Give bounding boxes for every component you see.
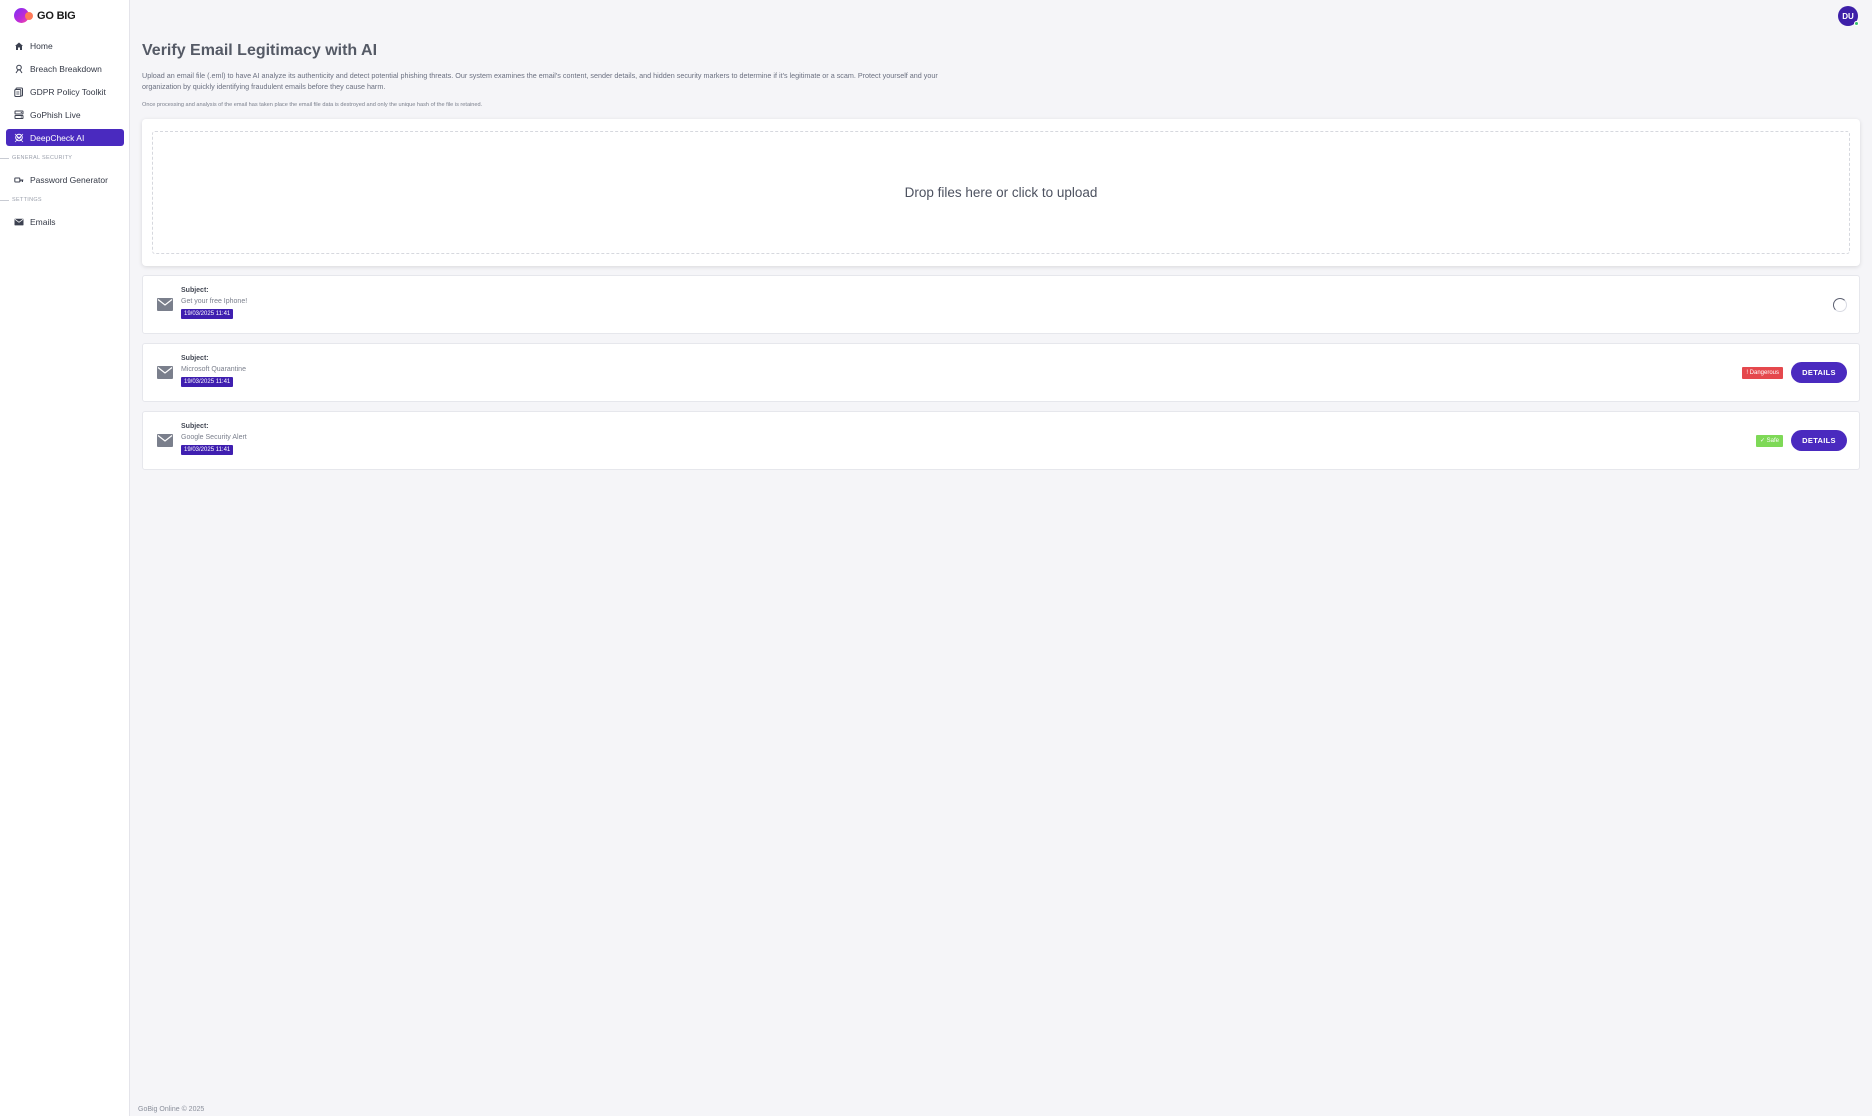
status-badge-dangerous: ! Dangerous [1742,367,1783,379]
sidebar-item-home[interactable]: Home [6,37,124,54]
subject-label: Subject: [181,355,209,362]
sidebar: GO BIG Home Breach Breakdown GDPR Policy… [0,0,130,1116]
sidebar-item-gdpr-policy-toolkit[interactable]: GDPR Policy Toolkit [6,83,124,100]
mail-icon [14,218,24,225]
user-avatar[interactable]: DU [1838,6,1859,26]
file-dropzone[interactable]: Drop files here or click to upload [152,131,1850,254]
details-button[interactable]: DETAILS [1791,362,1847,383]
email-subject: Google Security Alert [181,434,247,441]
server-icon [14,110,24,119]
details-button[interactable]: DETAILS [1791,430,1847,451]
sidebar-item-deepcheck-ai[interactable]: DeepCheck AI [6,129,124,146]
sidebar-item-gophish-live[interactable]: GoPhish Live [6,106,124,123]
key-icon [14,177,24,182]
online-status-dot [1854,21,1859,26]
sidebar-item-label: GDPR Policy Toolkit [30,86,106,97]
avatar-initials: DU [1842,11,1854,21]
section-title: GENERAL SECURITY [12,155,73,161]
home-icon [15,42,23,50]
page-note: Once processing and analysis of the emai… [142,102,483,108]
mail-icon [157,434,173,447]
logo-icon [14,8,34,24]
section-divider [0,199,9,201]
footer-copyright: GoBig Online © 2025 [138,1106,205,1113]
sidebar-item-emails[interactable]: Emails [6,213,124,230]
subject-label: Subject: [181,423,209,430]
mail-icon [157,298,173,311]
dropzone-text: Drop files here or click to upload [904,185,1098,200]
email-card: Subject: Google Security Alert 19/03/202… [142,411,1860,470]
section-title: SETTINGS [12,197,42,203]
email-card: Subject: Get your free Iphone! 19/03/202… [142,275,1860,334]
brand-logo[interactable]: GO BIG [14,8,76,24]
subject-label: Subject: [181,287,209,294]
date-badge: 19/03/2025 11:41 [181,309,234,319]
skull-icon [14,133,24,142]
upload-card: Drop files here or click to upload [142,119,1860,266]
sidebar-item-label: Breach Breakdown [30,63,102,74]
email-subject: Microsoft Quarantine [181,366,246,373]
sidebar-item-label: DeepCheck AI [30,132,85,143]
page-description: Upload an email file (.eml) to have AI a… [142,71,938,91]
email-card: Subject: Microsoft Quarantine 19/03/2025… [142,343,1860,402]
section-general-security: GENERAL SECURITY [0,154,130,162]
sidebar-item-breach-breakdown[interactable]: Breach Breakdown [6,60,124,77]
sidebar-item-label: GoPhish Live [30,109,81,120]
document-icon [14,87,23,97]
sidebar-item-label: Password Generator [30,174,108,185]
status-badge-safe: ✓ Safe [1755,435,1783,447]
date-badge: 19/03/2025 11:41 [181,377,234,387]
brand-name: GO BIG [37,10,76,22]
section-divider [0,157,9,159]
section-settings: SETTINGS [0,196,130,204]
breach-icon [15,64,23,73]
page-title: Verify Email Legitimacy with AI [142,42,378,59]
email-subject: Get your free Iphone! [181,298,248,305]
sidebar-item-label: Emails [30,216,56,227]
loading-spinner-icon [1833,298,1847,312]
mail-icon [157,366,173,379]
date-badge: 19/03/2025 11:41 [181,445,234,455]
sidebar-item-label: Home [30,40,53,51]
sidebar-item-password-generator[interactable]: Password Generator [6,171,124,188]
